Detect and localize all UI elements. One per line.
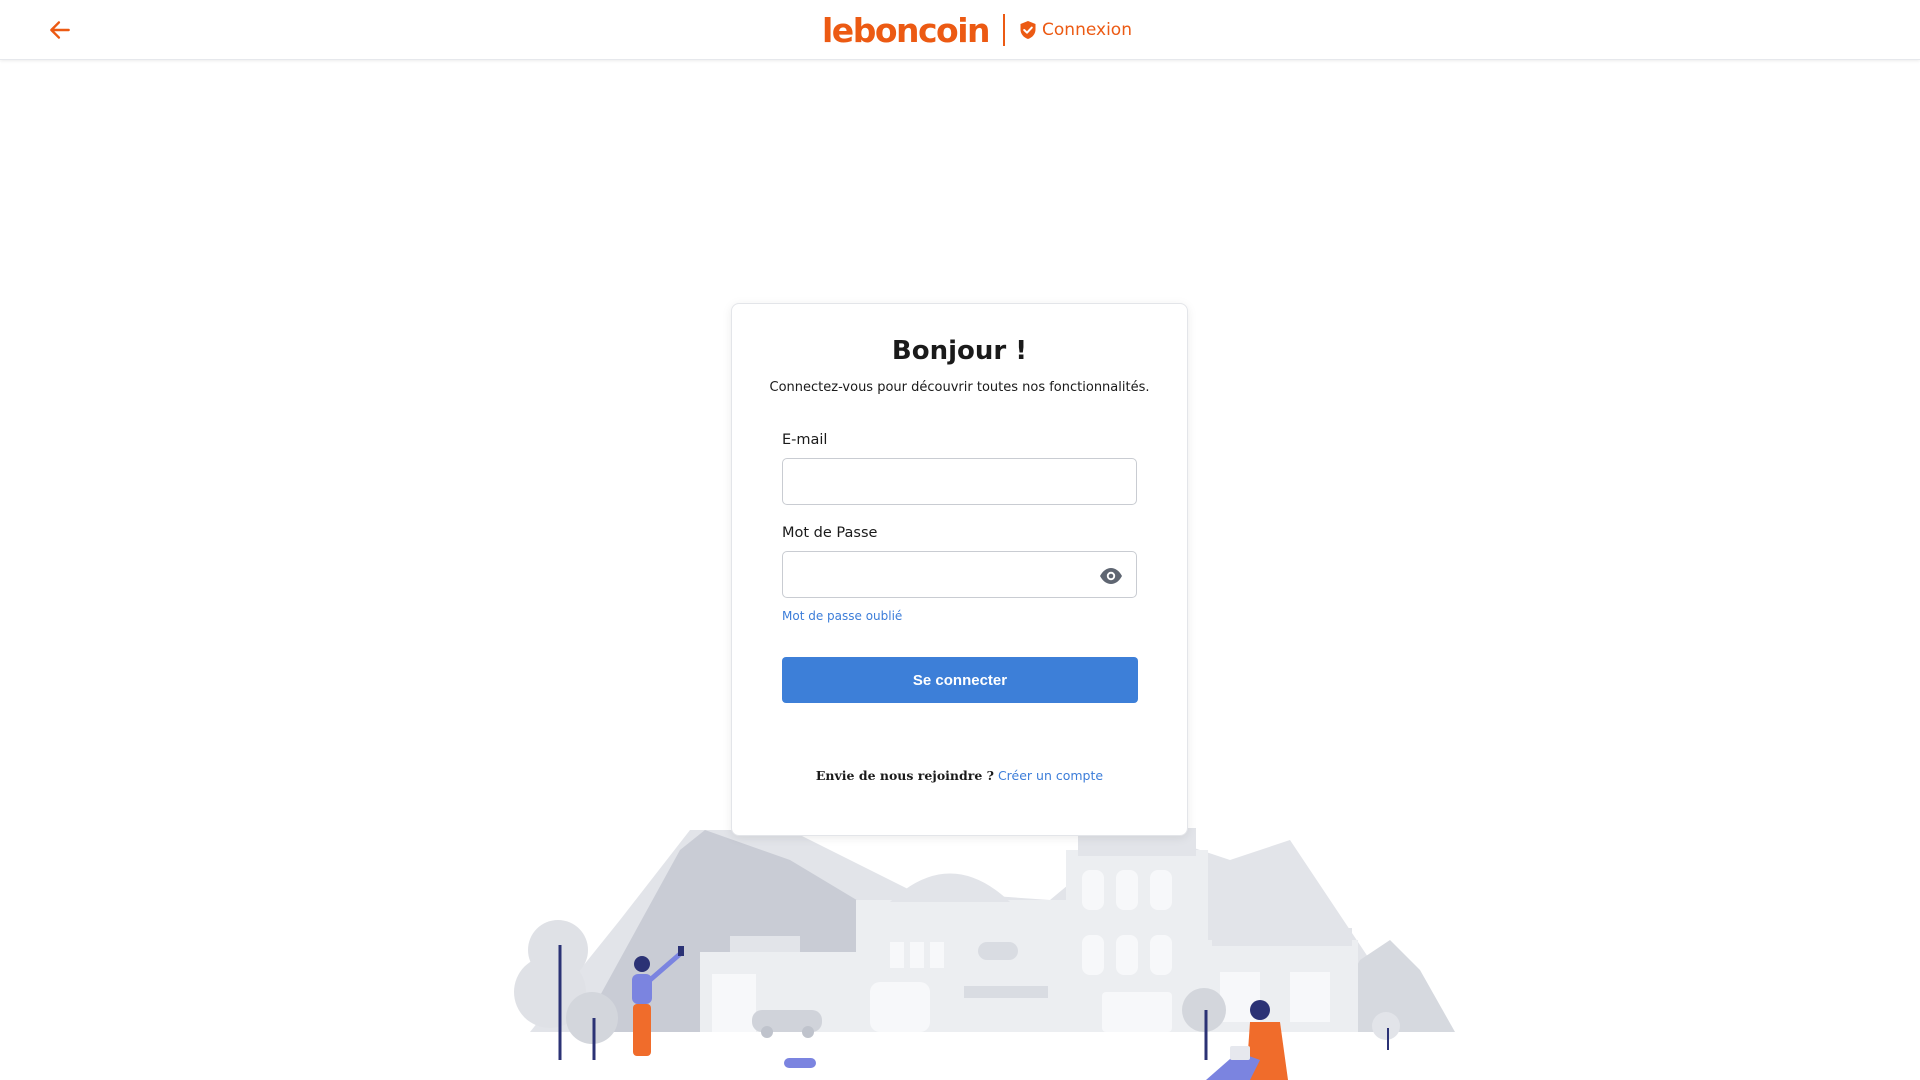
connexion-label: Connexion [1042, 20, 1132, 40]
eye-icon [1100, 568, 1122, 584]
create-account-link[interactable]: Créer un compte [998, 768, 1103, 783]
join-question: Envie de nous rejoindre ? [815, 768, 994, 783]
login-subtitle: Connectez-vous pour découvrir toutes nos… [769, 380, 1150, 395]
brand-divider [1003, 14, 1006, 46]
back-button[interactable] [44, 14, 76, 46]
login-button[interactable]: Se connecter [782, 657, 1138, 703]
toggle-password-visibility[interactable] [1096, 563, 1126, 589]
login-card: Bonjour ! Connectez-vous pour découvrir … [731, 303, 1188, 836]
forgot-password-link[interactable]: Mot de passe oublié [782, 609, 902, 623]
brand-header: leboncoin Connexion [822, 10, 1132, 50]
arrow-left-icon [50, 21, 70, 39]
password-label: Mot de Passe [782, 525, 878, 541]
join-prompt: Envie de nous rejoindre ? Créer un compt… [732, 768, 1187, 783]
page-title: Bonjour ! [891, 336, 1028, 366]
email-label: E-mail [782, 432, 828, 448]
password-field[interactable] [782, 551, 1137, 598]
email-field[interactable] [782, 458, 1137, 505]
shield-check-icon [1020, 21, 1036, 39]
leboncoin-logo[interactable]: leboncoin [822, 11, 991, 50]
connexion-section: Connexion [1019, 20, 1132, 40]
top-bar: leboncoin Connexion [0, 0, 1920, 60]
